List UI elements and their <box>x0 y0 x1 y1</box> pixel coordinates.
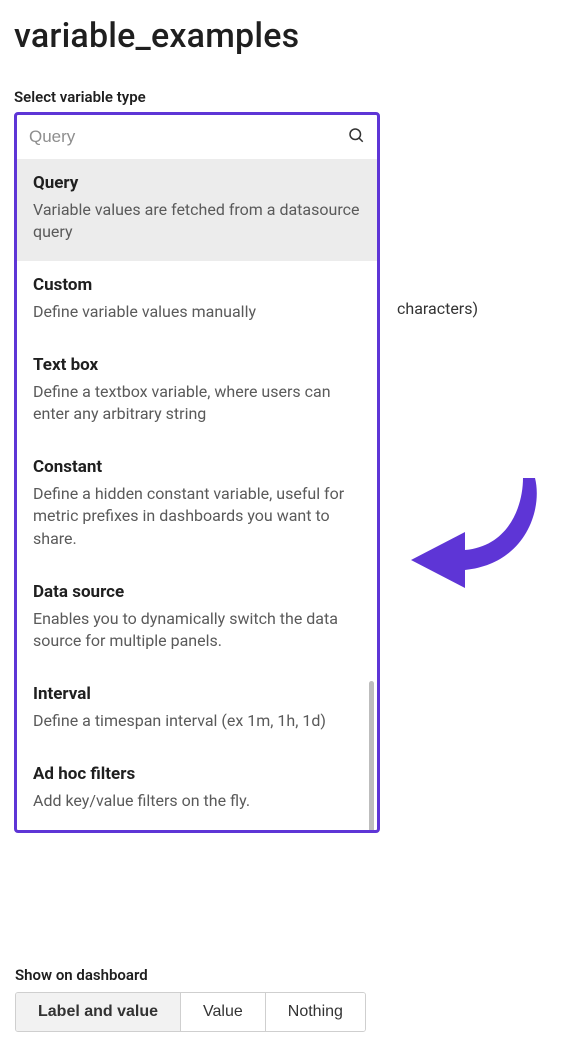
background-input-outline <box>15 926 383 946</box>
background-hint-text: characters) <box>397 299 478 318</box>
annotation-arrow-icon <box>405 470 545 600</box>
show-on-dashboard-label: Show on dashboard <box>15 966 366 984</box>
option-title: Interval <box>33 684 361 704</box>
dropdown-option-list: Query Variable values are fetched from a … <box>17 159 377 830</box>
option-title: Text box <box>33 355 361 375</box>
option-description: Variable values are fetched from a datas… <box>33 199 361 243</box>
show-on-dashboard-option[interactable]: Value <box>180 993 265 1031</box>
option-title: Custom <box>33 275 361 295</box>
option-description: Define a timespan interval (ex 1m, 1h, 1… <box>33 710 361 732</box>
show-on-dashboard-option[interactable]: Nothing <box>265 993 365 1031</box>
select-variable-type-label: Select variable type <box>14 88 547 106</box>
dropdown-option[interactable]: Constant Define a hidden constant variabl… <box>17 443 377 567</box>
scrollbar-thumb[interactable] <box>369 681 374 830</box>
dropdown-option[interactable]: Ad hoc filters Add key/value filters on t… <box>17 750 377 830</box>
show-on-dashboard-option[interactable]: Label and value <box>16 993 180 1031</box>
search-icon <box>347 126 365 148</box>
show-on-dashboard-segmented: Label and valueValueNothing <box>15 992 366 1032</box>
dropdown-search-row <box>17 115 377 159</box>
option-description: Enables you to dynamically switch the da… <box>33 608 361 652</box>
dropdown-option[interactable]: Text box Define a textbox variable, where… <box>17 341 377 443</box>
option-description: Define a textbox variable, where users c… <box>33 381 361 425</box>
dropdown-option[interactable]: Query Variable values are fetched from a … <box>17 159 377 261</box>
option-title: Ad hoc filters <box>33 764 361 784</box>
dropdown-option[interactable]: Data source Enables you to dynamically sw… <box>17 568 377 670</box>
option-description: Define a hidden constant variable, usefu… <box>33 483 361 549</box>
option-description: Define variable values manually <box>33 301 361 323</box>
page-title: variable_examples <box>14 16 547 56</box>
dropdown-option[interactable]: Custom Define variable values manually <box>17 261 377 341</box>
search-input[interactable] <box>29 127 347 147</box>
dropdown-option[interactable]: Interval Define a timespan interval (ex 1… <box>17 670 377 750</box>
option-description: Add key/value filters on the fly. <box>33 790 361 812</box>
option-title: Query <box>33 173 361 193</box>
variable-type-dropdown[interactable]: Query Variable values are fetched from a … <box>14 112 380 833</box>
option-title: Data source <box>33 582 361 602</box>
option-title: Constant <box>33 457 361 477</box>
